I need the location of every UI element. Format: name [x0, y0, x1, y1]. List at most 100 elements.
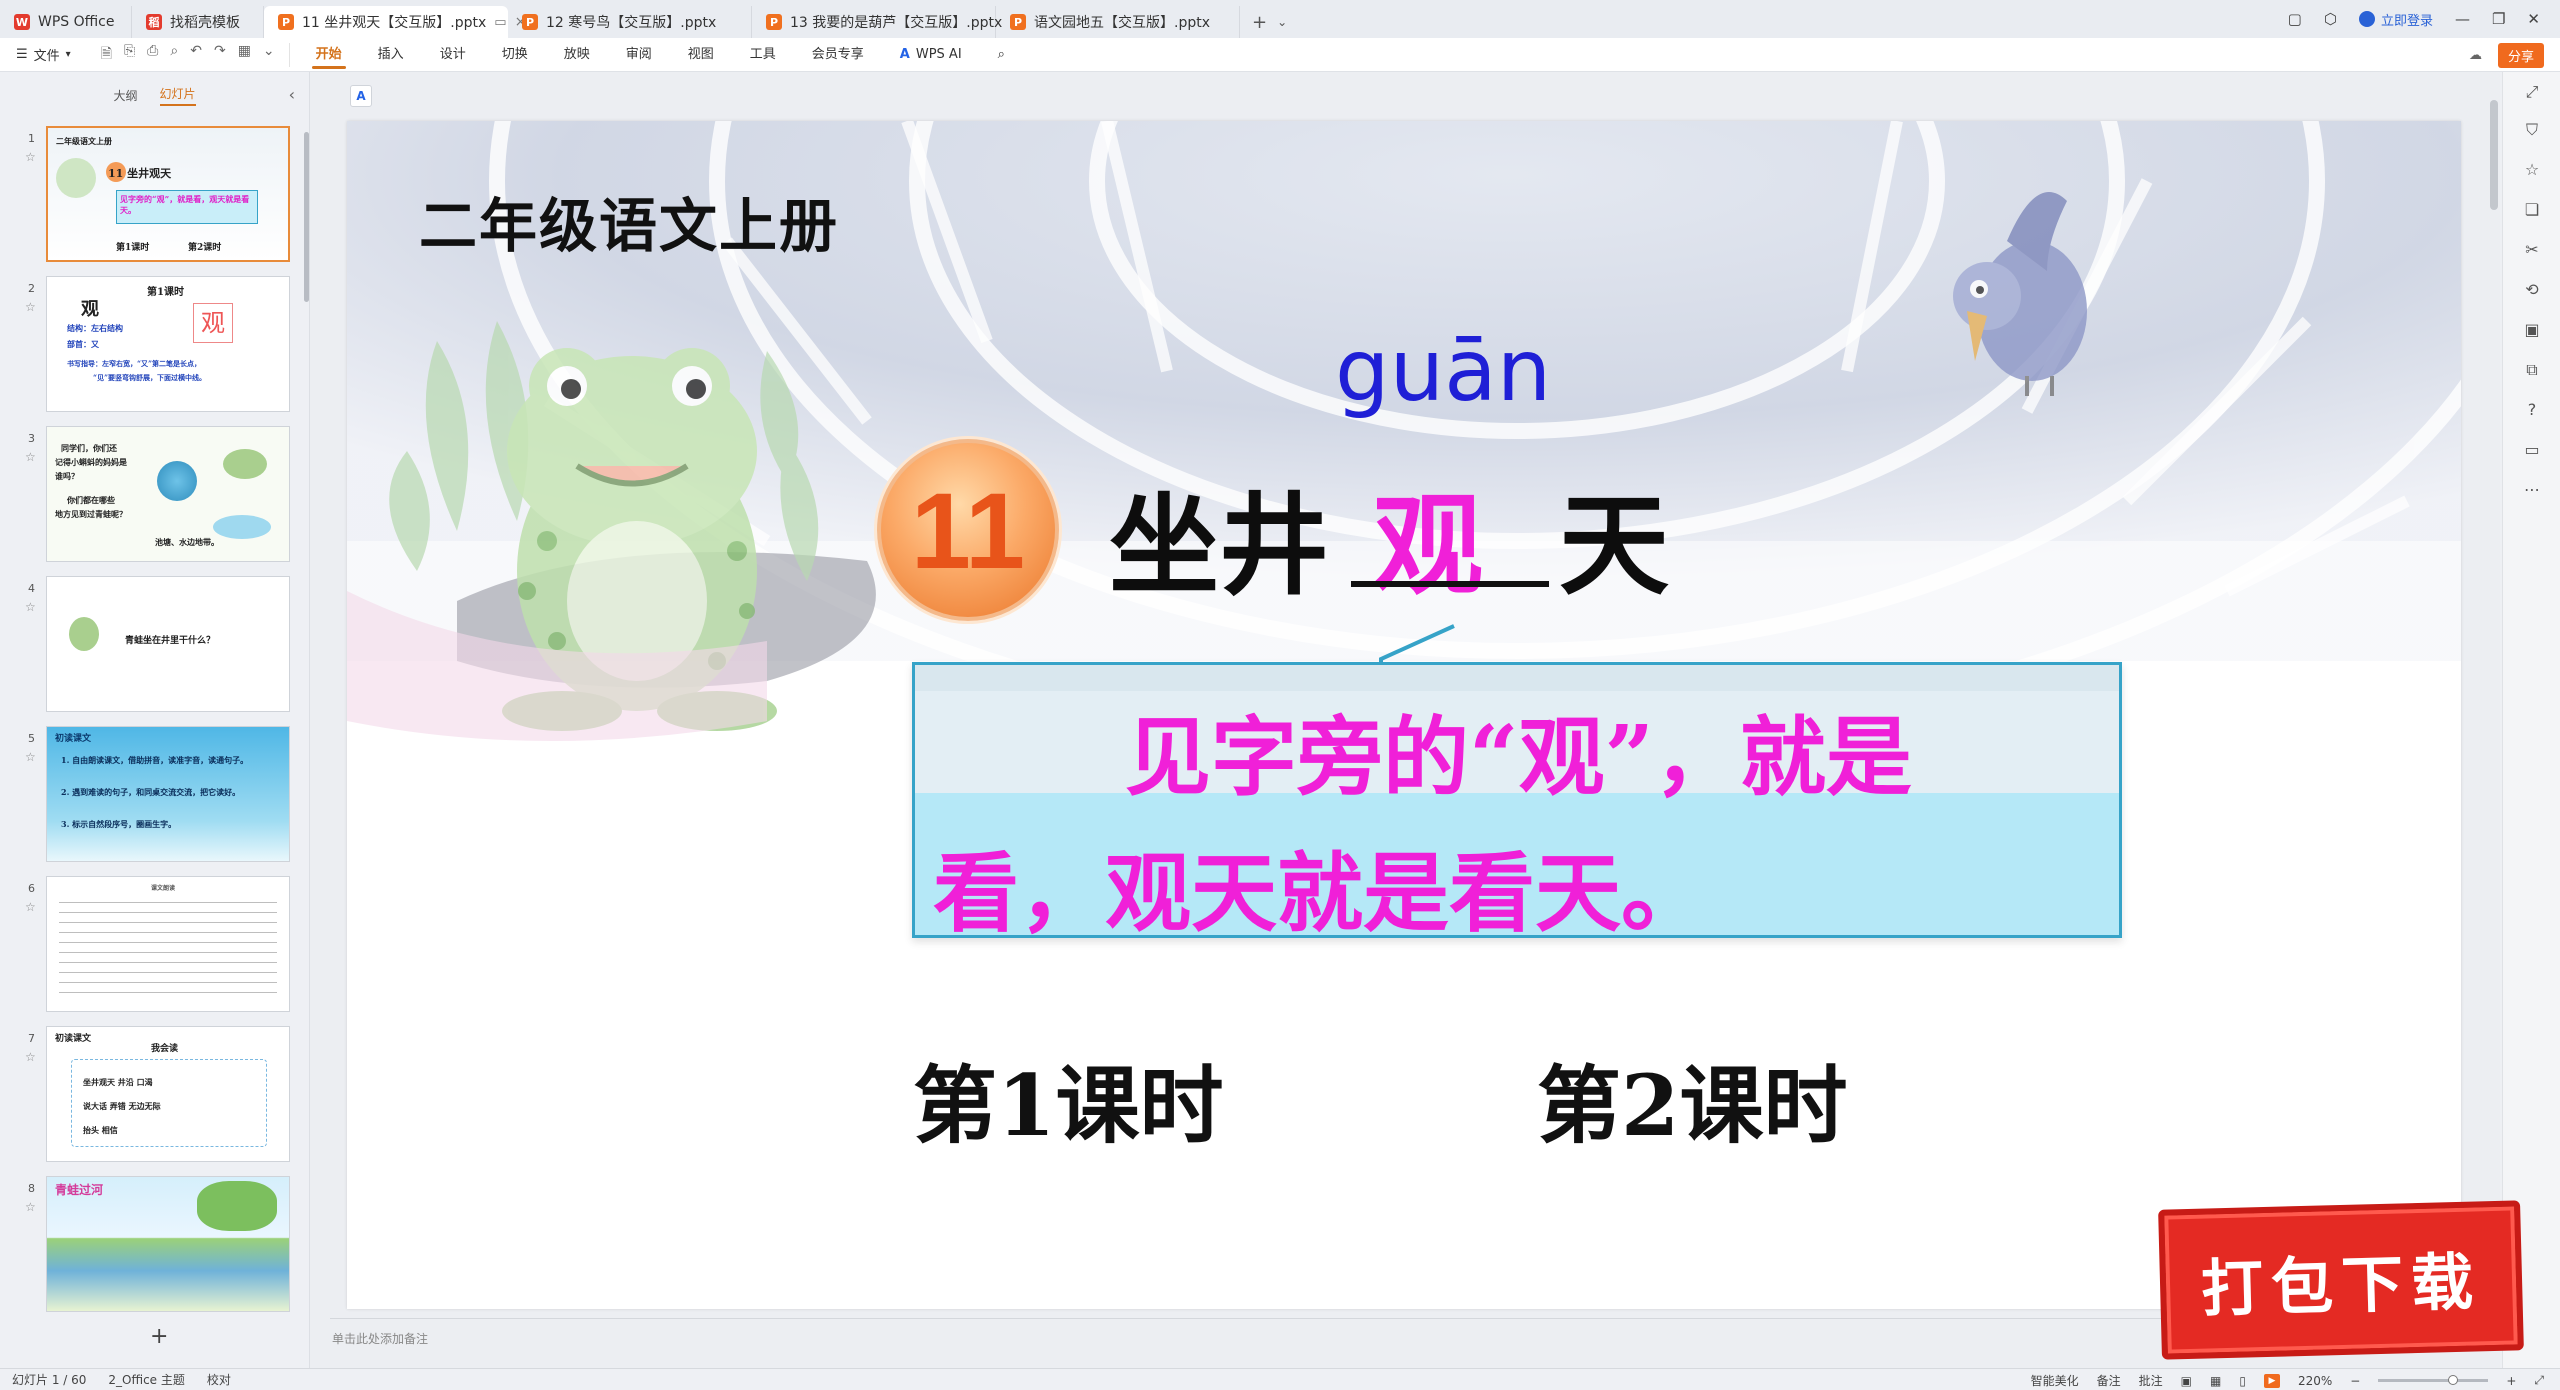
slide-heading[interactable]: 二年级语文上册: [419, 179, 839, 263]
period-1-link[interactable]: 第1课时: [913, 1039, 1223, 1160]
slide-thumbnail[interactable]: 6 ☆ 课文朗读: [14, 876, 294, 1016]
editor-scrollbar[interactable]: [2490, 100, 2498, 210]
print-icon[interactable]: ⎙: [147, 43, 158, 67]
search-icon[interactable]: ⌕: [980, 38, 1023, 72]
tab-document[interactable]: P 语文园地五【交互版】.pptx: [996, 6, 1240, 38]
proofread-button[interactable]: 校对: [207, 1371, 231, 1388]
zoom-slider-knob[interactable]: [2448, 1375, 2459, 1385]
thumbnail-card[interactable]: 初读课文 1. 自由朗读课文，借助拼音，读准字音，读通句子。 2. 遇到难读的句…: [46, 726, 290, 862]
file-menu[interactable]: ☰ 文件 ▾: [0, 45, 87, 64]
beautify-button[interactable]: 智能美化: [2031, 1372, 2079, 1389]
title-part-3[interactable]: 天: [1559, 456, 1669, 616]
thumbnail-card[interactable]: 初读课文 我会读 坐井观天 井沿 口渴 说大话 弄错 无边无际 抬头 相信: [46, 1026, 290, 1162]
share-button[interactable]: 分享: [2497, 43, 2544, 68]
text-format-icon[interactable]: A: [350, 85, 372, 107]
star-icon[interactable]: ☆: [25, 1050, 36, 1064]
reading-view-icon[interactable]: ▯: [2239, 1374, 2246, 1388]
plus-icon[interactable]: +: [1252, 12, 1267, 33]
tab-template[interactable]: 稻 找稻壳模板: [132, 6, 264, 38]
login-button[interactable]: 立即登录: [2358, 10, 2433, 29]
slide-thumbnail[interactable]: 2 ☆ 第1课时 观 观 结构：左右结构 部首：又 书写指导：左窄右宽，“又”第…: [14, 276, 294, 416]
help-icon[interactable]: ?: [2522, 400, 2542, 420]
star-icon[interactable]: ☆: [25, 600, 36, 614]
normal-view-icon[interactable]: ▣: [2181, 1374, 2192, 1388]
zoom-handle-icon[interactable]: ⤢: [2522, 82, 2542, 102]
slide-thumbnail[interactable]: 4 ☆ 青蛙坐在井里干什么？: [14, 576, 294, 716]
star-icon[interactable]: ☆: [2522, 160, 2542, 180]
slide-canvas[interactable]: 二年级语文上册 guān 11 坐井 观 天 见字旁的“观”，就是 看，观天就是…: [347, 121, 2461, 1309]
download-stamp[interactable]: 打包下载: [2158, 1200, 2524, 1360]
star-icon[interactable]: ☆: [25, 750, 36, 764]
skin-icon[interactable]: ⬡: [2324, 10, 2337, 28]
menu-design[interactable]: 设计: [422, 38, 484, 72]
star-icon[interactable]: ☆: [25, 1200, 36, 1214]
fit-window-icon[interactable]: ⤢: [2534, 1373, 2544, 1388]
star-icon[interactable]: ☆: [25, 150, 36, 164]
chevron-down-icon[interactable]: ⌄: [1277, 15, 1287, 29]
period-2-link[interactable]: 第2课时: [1537, 1039, 1847, 1160]
menu-transition[interactable]: 切换: [484, 38, 546, 72]
layers-icon[interactable]: ❏: [2522, 200, 2542, 220]
zoom-slider[interactable]: [2378, 1375, 2489, 1385]
menu-slideshow[interactable]: 放映: [546, 38, 608, 72]
thumbnail-card[interactable]: 第1课时 观 观 结构：左右结构 部首：又 书写指导：左窄右宽，“又”第二笔是长…: [46, 276, 290, 412]
notes-button[interactable]: 备注: [2097, 1372, 2121, 1389]
menu-member[interactable]: 会员专享: [794, 38, 882, 72]
tab-wps-office[interactable]: W WPS Office: [0, 6, 132, 38]
menu-review[interactable]: 审阅: [608, 38, 670, 72]
comments-button[interactable]: 批注: [2139, 1372, 2163, 1389]
more-icon[interactable]: ⋯: [2522, 480, 2542, 500]
play-slideshow-icon[interactable]: ▶: [2263, 1373, 2280, 1388]
tab-document-active[interactable]: P 11 坐井观天【交互版】.pptx ▭ ×: [264, 6, 526, 38]
menu-tools[interactable]: 工具: [732, 38, 794, 72]
zoom-in-icon[interactable]: +: [2506, 1374, 2516, 1388]
title-key-char[interactable]: 观: [1373, 456, 1483, 616]
tools-icon[interactable]: ✂: [2522, 240, 2542, 260]
comment-icon[interactable]: ▭: [2522, 440, 2542, 460]
slide-thumbnail[interactable]: 7 ☆ 初读课文 我会读 坐井观天 井沿 口渴 说大话 弄错 无边无际 抬头 相…: [14, 1026, 294, 1166]
print-preview-icon[interactable]: ⌕: [170, 43, 178, 67]
sorter-view-icon[interactable]: ▦: [2210, 1374, 2221, 1388]
save-icon[interactable]: 🗎: [101, 43, 112, 67]
notes-placeholder[interactable]: 单击此处添加备注: [332, 1330, 428, 1347]
lesson-number-badge[interactable]: 11: [877, 439, 1059, 621]
tab-document[interactable]: P 12 寒号鸟【交互版】.pptx: [508, 6, 752, 38]
book-icon[interactable]: ⧉: [2522, 360, 2542, 380]
tab-slides[interactable]: 幻灯片: [159, 85, 196, 106]
menu-insert[interactable]: 插入: [360, 38, 422, 72]
layout-icon[interactable]: ▢: [2288, 10, 2302, 28]
slide-thumbnail[interactable]: 8 ☆ 青蛙过河: [14, 1176, 294, 1316]
menu-home[interactable]: 开始: [298, 38, 360, 72]
panel-scrollbar[interactable]: [304, 132, 309, 302]
tab-outline[interactable]: 大纲: [113, 87, 137, 104]
add-slide-button[interactable]: +: [150, 1324, 168, 1349]
zoom-out-icon[interactable]: −: [2350, 1374, 2360, 1388]
slide-thumbnail[interactable]: 3 ☆ 同学们，你们还 记得小蝌蚪的妈妈是 谁吗？ 你们都在哪些 地方见到过青蛙…: [14, 426, 294, 566]
slide-thumbnail[interactable]: 1 ☆ 二年级语文上册 11 坐井观天 见字旁的“观”，就是看，观天就是看天。 …: [14, 126, 294, 266]
theme-name[interactable]: 2_Office 主题: [108, 1371, 184, 1388]
menu-view[interactable]: 视图: [670, 38, 732, 72]
star-icon[interactable]: ☆: [25, 300, 36, 314]
thumbnail-card[interactable]: 青蛙坐在井里干什么？: [46, 576, 290, 712]
filter-icon[interactable]: ⛉: [2522, 120, 2542, 140]
export-pdf-icon[interactable]: ⎘: [124, 43, 135, 67]
close-window-icon[interactable]: ✕: [2527, 10, 2540, 28]
thumbnail-card[interactable]: 二年级语文上册 11 坐井观天 见字旁的“观”，就是看，观天就是看天。 第1课时…: [46, 126, 290, 262]
backup-icon[interactable]: ⟲: [2522, 280, 2542, 300]
restore-icon[interactable]: ❐: [2492, 10, 2505, 28]
tab-document[interactable]: P 13 我要的是葫芦【交互版】.pptx: [752, 6, 1002, 38]
collapse-panel-icon[interactable]: ‹: [289, 85, 295, 104]
cloud-sync-icon[interactable]: ☁: [2469, 48, 2482, 63]
monitor-icon[interactable]: ▭: [494, 15, 506, 30]
chevron-down-icon[interactable]: ⌄: [263, 43, 275, 67]
format-painter-icon[interactable]: ▦: [238, 43, 251, 67]
image-icon[interactable]: ▣: [2522, 320, 2542, 340]
pinyin-text[interactable]: guān: [1335, 321, 1551, 421]
thumbnail-card[interactable]: 同学们，你们还 记得小蝌蚪的妈妈是 谁吗？ 你们都在哪些 地方见到过青蛙呢？ 池…: [46, 426, 290, 562]
explanation-callout[interactable]: 见字旁的“观”，就是 看，观天就是看天。: [912, 662, 2122, 938]
zoom-level[interactable]: 220%: [2298, 1374, 2332, 1388]
slide-thumbnail[interactable]: 5 ☆ 初读课文 1. 自由朗读课文，借助拼音，读准字音，读通句子。 2. 遇到…: [14, 726, 294, 866]
star-icon[interactable]: ☆: [25, 900, 36, 914]
redo-icon[interactable]: ↷: [214, 43, 226, 67]
thumbnail-card[interactable]: 青蛙过河: [46, 1176, 290, 1312]
